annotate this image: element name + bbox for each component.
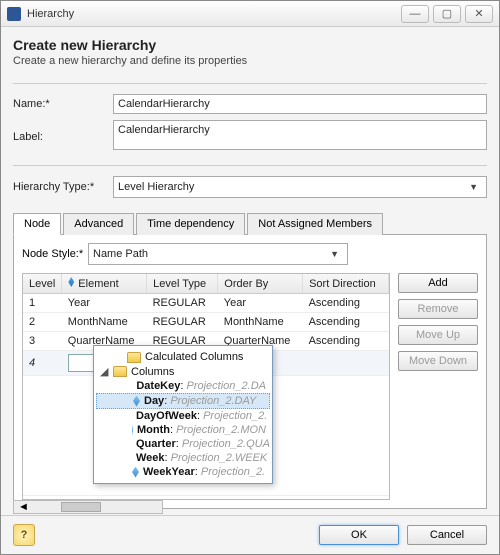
col-order-by[interactable]: Order By [218,274,303,294]
tab-not-assigned[interactable]: Not Assigned Members [247,213,383,235]
hierarchy-type-select[interactable]: Level Hierarchy ▼ [113,176,487,198]
folder-icon [127,352,141,363]
tree-column-item[interactable]: Month: Projection_2.MON [96,423,270,437]
tab-time-dependency[interactable]: Time dependency [136,213,245,235]
col-element[interactable]: Element [62,274,147,294]
cancel-button[interactable]: Cancel [407,525,487,545]
table-row[interactable]: 2 MonthName REGULAR MonthName Ascending [23,313,389,332]
folder-icon [113,366,127,377]
tree-column-item[interactable]: WeekYear: Projection_2. [96,465,270,479]
window-title: Hierarchy [27,8,401,20]
node-style-value: Name Path [93,248,148,260]
label-label: Label: [13,131,113,143]
divider [13,83,487,84]
col-level[interactable]: Level [23,274,62,294]
page-subtitle: Create a new hierarchy and define its pr… [13,55,487,67]
title-bar: Hierarchy — ▢ ✕ [1,1,499,27]
tree-group-calculated[interactable]: Calculated Columns [96,350,270,364]
type-label: Hierarchy Type:* [13,181,113,193]
maximize-button[interactable]: ▢ [433,5,461,23]
chevron-down-icon: ▼ [465,182,482,192]
table-row[interactable]: 1 Year REGULAR Year Ascending [23,294,389,313]
column-icon [68,277,74,287]
table-header-row: Level Element Level Type Order By Sort D… [23,274,389,294]
scrollbar-thumb[interactable] [61,502,101,512]
minimize-button[interactable]: — [401,5,429,23]
chevron-down-icon: ▼ [326,249,343,259]
horizontal-scrollbar[interactable]: ◄ [13,500,163,514]
node-style-label: Node Style:* [22,248,88,260]
move-up-button[interactable]: Move Up [398,325,478,345]
tree-column-item[interactable]: Week: Projection_2.WEEK [96,451,270,465]
hierarchy-dialog: Hierarchy — ▢ ✕ Create new Hierarchy Cre… [0,0,500,555]
tree-column-item-selected[interactable]: Day: Projection_2.DAY [96,393,270,409]
move-down-button[interactable]: Move Down [398,351,478,371]
label-input[interactable]: CalendarHierarchy [113,120,487,150]
tree-column-item[interactable]: DateKey: Projection_2.DA [96,379,270,393]
divider [13,165,487,166]
col-level-type[interactable]: Level Type [147,274,218,294]
app-icon [7,7,21,21]
add-button[interactable]: Add [398,273,478,293]
remove-button[interactable]: Remove [398,299,478,319]
scroll-left-icon[interactable]: ◄ [14,501,33,513]
tab-node[interactable]: Node [13,213,61,235]
col-sort-direction[interactable]: Sort Direction [303,274,389,294]
name-label: Name:* [13,98,113,110]
column-icon [132,467,139,478]
hierarchy-type-value: Level Hierarchy [118,181,194,193]
tab-advanced[interactable]: Advanced [63,213,134,235]
help-button[interactable]: ? [13,524,35,546]
node-style-select[interactable]: Name Path ▼ [88,243,348,265]
tree-twisty-open: ◢ [100,365,109,378]
element-picker-popup: Calculated Columns ◢ Columns DateKey: Pr… [93,345,273,484]
tree-group-columns[interactable]: ◢ Columns [96,364,270,379]
column-icon [132,425,133,436]
tree-column-item[interactable]: Quarter: Projection_2.QUA [96,437,270,451]
page-title: Create new Hierarchy [13,37,487,53]
column-icon [133,396,140,407]
ok-button[interactable]: OK [319,525,399,545]
name-input[interactable] [113,94,487,114]
dialog-footer: ? OK Cancel [1,515,499,554]
close-button[interactable]: ✕ [465,5,493,23]
tab-bar: Node Advanced Time dependency Not Assign… [13,212,487,235]
tree-column-item[interactable]: DayOfWeek: Projection_2. [96,409,270,423]
